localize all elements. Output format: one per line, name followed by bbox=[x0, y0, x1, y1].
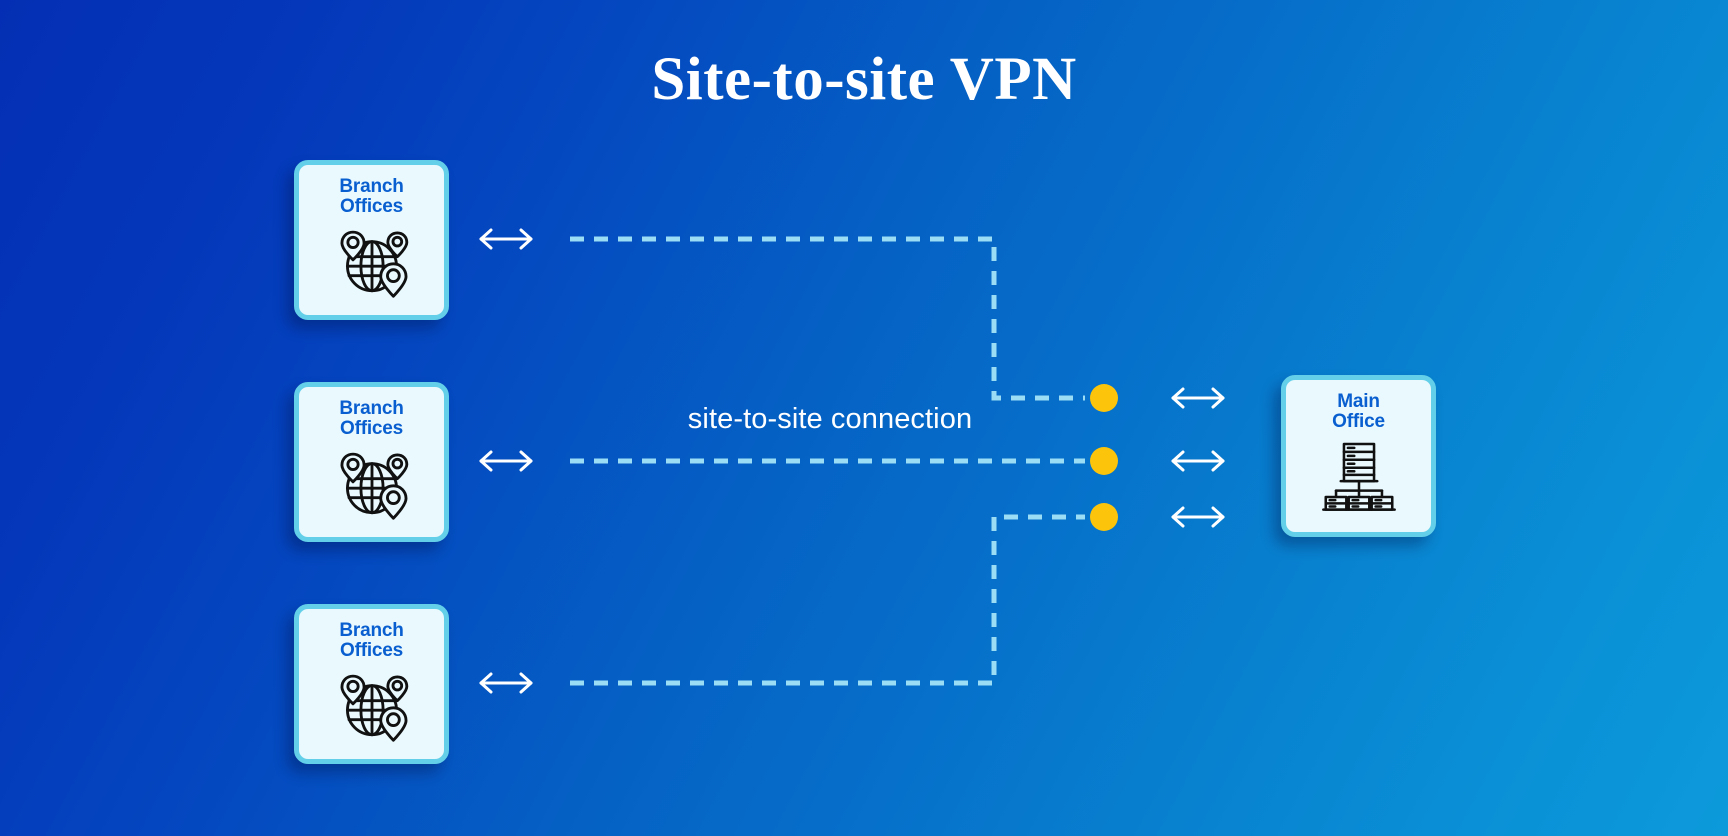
diagram-canvas: Site-to-site VPN site-to-site connection… bbox=[0, 0, 1728, 836]
node-card-title-line-1: Branch bbox=[339, 176, 404, 197]
node-card-title-line-2: Offices bbox=[339, 196, 403, 218]
globe-location-pins-icon bbox=[339, 674, 408, 742]
page-title: Site-to-site VPN bbox=[651, 46, 1077, 113]
node-card-title-line-2: Offices bbox=[339, 418, 403, 440]
double-headed-arrow-icon bbox=[479, 228, 533, 250]
endpoint-dot-2 bbox=[1090, 447, 1118, 475]
globe-location-pins-icon bbox=[339, 452, 408, 520]
endpoint-dot-3 bbox=[1090, 503, 1118, 531]
node-card-branch-2[interactable]: Branch Offices bbox=[294, 382, 449, 542]
double-headed-arrow-icon bbox=[479, 450, 533, 472]
double-headed-arrow-icon bbox=[479, 672, 533, 694]
globe-location-pins-icon bbox=[339, 230, 408, 298]
node-card-title: Main Office bbox=[1332, 391, 1385, 433]
node-card-title: Branch Offices bbox=[339, 620, 404, 662]
node-card-branch-3[interactable]: Branch Offices bbox=[294, 604, 449, 764]
connection-label: site-to-site connection bbox=[687, 403, 973, 435]
double-headed-arrow-icon bbox=[1171, 387, 1225, 409]
link-1-path bbox=[570, 236, 1085, 401]
node-card-title: Branch Offices bbox=[339, 398, 404, 440]
node-card-title: Branch Offices bbox=[339, 176, 404, 218]
node-card-title-line-1: Main bbox=[1337, 391, 1380, 412]
node-card-branch-1[interactable]: Branch Offices bbox=[294, 160, 449, 320]
node-card-title-line-1: Branch bbox=[339, 620, 404, 641]
link-3-path bbox=[570, 514, 1085, 686]
server-rack-network-icon bbox=[1321, 442, 1396, 511]
double-headed-arrow-icon bbox=[1171, 450, 1225, 472]
node-card-title-line-1: Branch bbox=[339, 398, 404, 419]
node-card-main-office[interactable]: Main Office bbox=[1281, 375, 1436, 537]
node-card-title-line-2: Offices bbox=[339, 640, 403, 662]
node-card-title-line-2: Office bbox=[1332, 411, 1385, 433]
double-headed-arrow-icon bbox=[1171, 506, 1225, 528]
